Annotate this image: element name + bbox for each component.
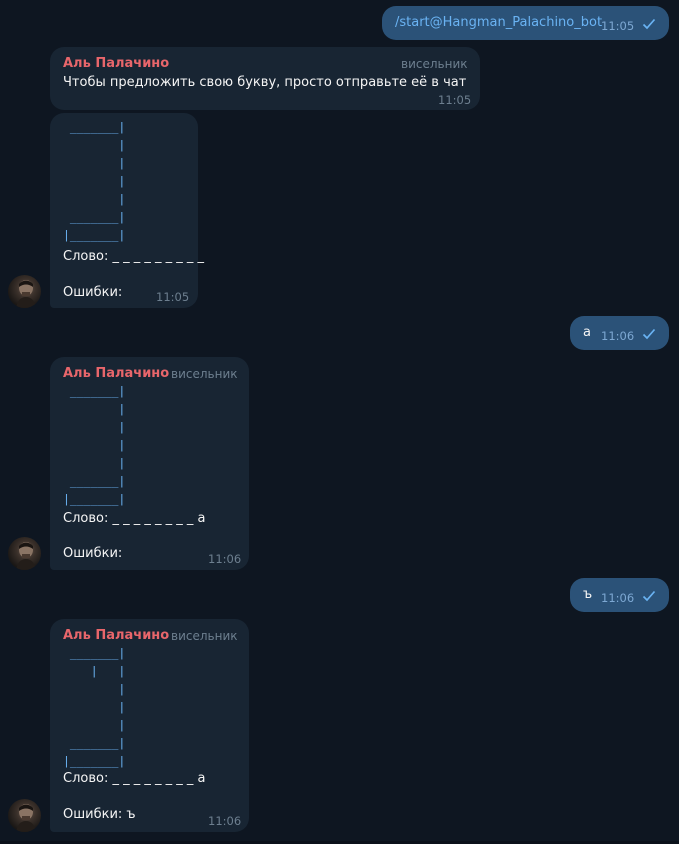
sender-name[interactable]: Аль Палачино [63, 366, 169, 381]
check-icon [642, 328, 656, 340]
incoming-message[interactable]: _______| | | | | _______| |_______| Слов… [50, 113, 204, 308]
message-text: а [583, 325, 591, 340]
message-text[interactable]: /start@Hangman_Palachino_bot [395, 15, 602, 30]
message-time: 11:05 [601, 19, 635, 33]
message-time: 11:06 [208, 552, 242, 566]
errors-text: Ошибки: [63, 285, 123, 300]
sender-name[interactable]: Аль Палачино [63, 628, 169, 643]
gallows-art: _______| | | | | _______| |_______| [63, 384, 126, 506]
bot-avatar[interactable] [8, 275, 41, 308]
outgoing-message[interactable]: /start@Hangman_Palachino_bot 11:05 [382, 6, 669, 40]
message-time: 11:06 [208, 814, 242, 828]
message-text: Чтобы предложить свою букву, просто отпр… [63, 75, 467, 90]
outgoing-message[interactable]: ъ 11:06 [570, 578, 669, 612]
word-text: Слово: _ _ _ _ _ _ _ _ _ [63, 249, 205, 264]
bot-avatar[interactable] [8, 537, 41, 570]
gallows-art: _______| | | | | | _______| |_______| [63, 646, 126, 768]
incoming-message[interactable]: Аль Палачино висельник Чтобы предложить … [50, 47, 480, 110]
message-time: 11:06 [601, 329, 635, 343]
sender-name[interactable]: Аль Палачино [63, 56, 169, 71]
incoming-message[interactable]: Аль Палачино висельник _______| | | | | … [50, 357, 249, 570]
check-icon [642, 18, 656, 30]
incoming-message[interactable]: Аль Палачино висельник _______| | | | | … [50, 619, 249, 832]
errors-text: Ошибки: [63, 546, 123, 561]
word-text: Слово: _ _ _ _ _ _ _ _ а [63, 511, 206, 526]
message-time: 11:06 [601, 591, 635, 605]
sender-role: висельник [171, 629, 238, 643]
bot-avatar[interactable] [8, 799, 41, 832]
outgoing-message[interactable]: а 11:06 [570, 316, 669, 350]
word-text: Слово: _ _ _ _ _ _ _ _ а [63, 771, 206, 786]
message-time: 11:05 [156, 290, 190, 304]
check-icon [642, 590, 656, 602]
sender-role: висельник [401, 57, 468, 71]
gallows-art: _______| | | | | _______| |_______| [63, 120, 126, 242]
message-text: ъ [583, 587, 593, 602]
errors-text: Ошибки: ъ [63, 807, 136, 822]
sender-role: висельник [171, 367, 238, 381]
message-time: 11:05 [438, 93, 472, 107]
